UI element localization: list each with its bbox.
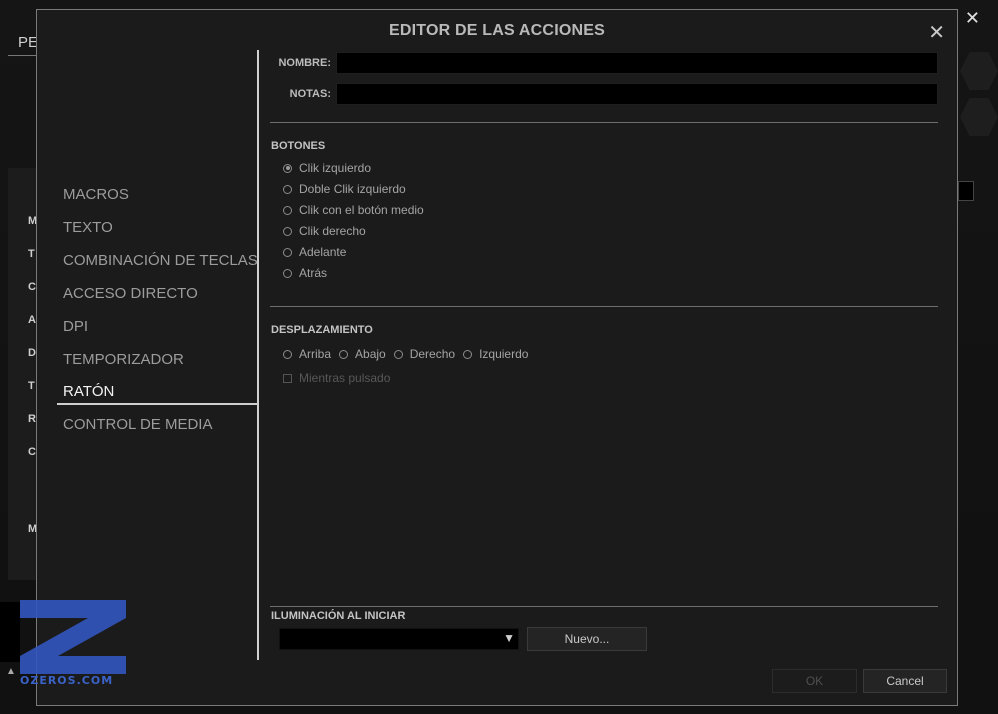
background-side-letter: C: [28, 281, 36, 293]
hold-checkbox-label: Mientras pulsado: [299, 371, 391, 385]
radio-unchecked-icon: [393, 349, 403, 359]
section-divider: [270, 606, 938, 607]
hold-checkbox[interactable]: Mientras pulsado: [283, 371, 390, 385]
radio-unchecked-icon: [283, 268, 292, 278]
watermark: OZEROS.COM: [18, 598, 128, 690]
background-input-box: [958, 181, 974, 201]
background-tab-underline: [8, 55, 38, 56]
name-input[interactable]: [336, 52, 938, 74]
section-divider: [270, 306, 938, 307]
radio-izquierdo[interactable]: Izquierdo: [463, 347, 528, 361]
radio-atras[interactable]: Atrás: [283, 266, 327, 280]
nav-item-texto[interactable]: TEXTO: [63, 219, 113, 236]
new-lighting-button[interactable]: Nuevo...: [527, 627, 647, 651]
radio-label: Clik con el botón medio: [299, 203, 424, 217]
background-side-letter: D: [28, 347, 36, 359]
background-tab-label[interactable]: PE: [18, 34, 38, 51]
name-label: NOMBRE:: [278, 57, 331, 69]
radio-label: Arriba: [299, 347, 332, 361]
radio-adelante[interactable]: Adelante: [283, 245, 346, 259]
radio-doble-clik-izquierdo[interactable]: Doble Clik izquierdo: [283, 182, 406, 196]
action-editor-dialog: EDITOR DE LAS ACCIONES ✕ MACROS TEXTO CO…: [36, 9, 958, 706]
background-side-letter: A: [28, 314, 36, 326]
nav-item-raton[interactable]: RATÓN: [63, 383, 114, 400]
background-side-panel: [8, 168, 38, 580]
background-button-strip: [0, 602, 20, 662]
radio-clik-izquierdo[interactable]: Clik izquierdo: [283, 161, 371, 175]
nav-item-acceso-directo[interactable]: ACCESO DIRECTO: [63, 285, 198, 302]
dialog-title: EDITOR DE LAS ACCIONES: [389, 22, 605, 39]
background-side-letter: C: [28, 446, 36, 458]
notes-input[interactable]: [336, 83, 938, 105]
radio-label: Adelante: [299, 245, 347, 259]
watermark-text: OZEROS.COM: [20, 674, 114, 687]
mouse-action-content: NOMBRE: NOTAS: BOTONES Clik izquierdo Do…: [259, 50, 959, 700]
radio-unchecked-icon: [339, 349, 349, 359]
radio-label: Clik izquierdo: [299, 161, 372, 175]
radio-abajo[interactable]: Abajo: [339, 347, 386, 361]
dropdown-arrow-icon: ▼: [503, 631, 515, 645]
scroll-direction-group: Arriba Abajo Derecho Izquierdo: [283, 347, 536, 361]
nav-item-combinacion-de-teclas[interactable]: COMBINACIÓN DE TECLAS: [63, 252, 258, 269]
radio-label: Izquierdo: [479, 347, 529, 361]
hexagon-icon: [960, 98, 998, 136]
radio-unchecked-icon: [463, 349, 473, 359]
nav-item-dpi[interactable]: DPI: [63, 318, 88, 335]
lighting-section-title: ILUMINACIÓN AL INICIAR: [271, 610, 406, 622]
lighting-select[interactable]: ▼: [279, 628, 519, 650]
checkbox-icon: [283, 373, 292, 383]
ok-button[interactable]: OK: [772, 669, 857, 693]
cancel-button[interactable]: Cancel: [863, 669, 947, 693]
radio-unchecked-icon: [283, 349, 292, 359]
notes-label: NOTAS:: [289, 88, 331, 100]
watermark-z-logo: [20, 600, 126, 674]
background-close-icon[interactable]: ✕: [965, 8, 980, 29]
buttons-section-title: BOTONES: [271, 140, 326, 152]
radio-label: Derecho: [409, 347, 456, 361]
radio-label: Abajo: [355, 347, 386, 361]
radio-clik-boton-medio[interactable]: Clik con el botón medio: [283, 203, 424, 217]
section-divider: [270, 122, 938, 123]
nav-item-control-de-media[interactable]: CONTROL DE MEDIA: [63, 416, 212, 433]
radio-unchecked-icon: [283, 247, 292, 257]
radio-checked-icon: [283, 163, 292, 173]
radio-clik-derecho[interactable]: Clik derecho: [283, 224, 366, 238]
scroll-section-title: DESPLAZAMIENTO: [271, 324, 373, 336]
radio-unchecked-icon: [283, 205, 292, 215]
active-nav-underline: [57, 403, 257, 405]
hexagon-icon: [960, 52, 998, 90]
background-side-letter: T: [28, 380, 35, 392]
arrow-up-icon: ▲: [6, 666, 16, 677]
background-side-letter: R: [28, 413, 36, 425]
background-side-letter: T: [28, 248, 35, 260]
radio-unchecked-icon: [283, 184, 292, 194]
nav-item-temporizador[interactable]: TEMPORIZADOR: [63, 351, 184, 368]
radio-arriba[interactable]: Arriba: [283, 347, 331, 361]
radio-label: Clik derecho: [299, 224, 366, 238]
nav-item-macros[interactable]: MACROS: [63, 186, 129, 203]
radio-derecho[interactable]: Derecho: [393, 347, 456, 361]
radio-label: Doble Clik izquierdo: [299, 182, 406, 196]
radio-label: Atrás: [299, 266, 328, 280]
close-icon[interactable]: ✕: [928, 20, 945, 45]
radio-unchecked-icon: [283, 226, 292, 236]
